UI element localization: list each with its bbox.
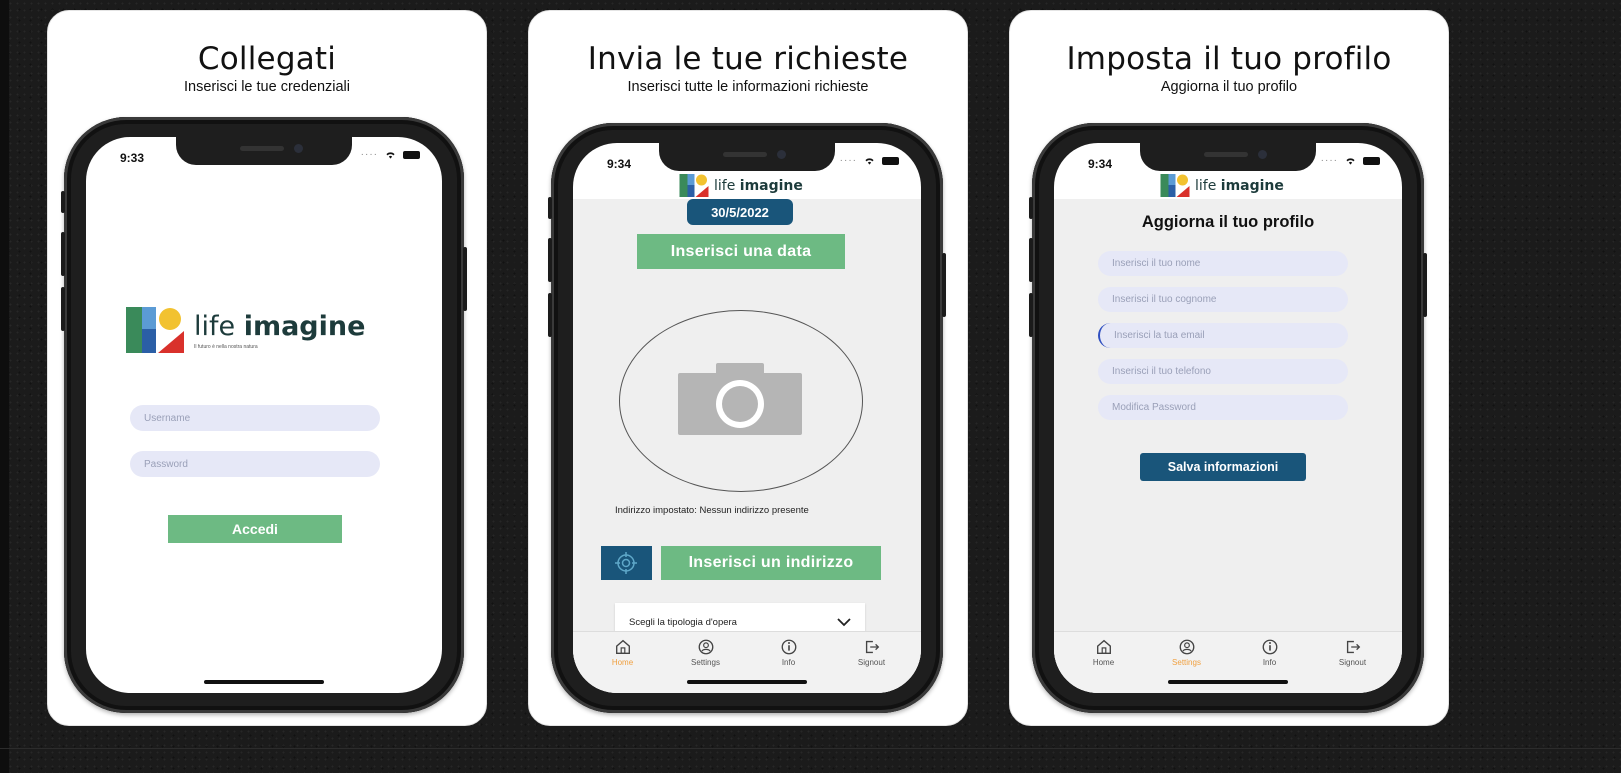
home-icon [1096,639,1111,654]
logo-text-bold: imagine [739,177,803,194]
battery-icon [1363,156,1380,165]
panel-title: Collegati [197,41,337,77]
home-indicator [1168,680,1288,684]
tab-settings[interactable]: Settings [1157,638,1217,693]
tab-label: Home [611,658,634,667]
tab-info[interactable]: Info [1240,638,1300,693]
photo-picker[interactable] [619,310,863,492]
tab-settings[interactable]: Settings [676,638,736,693]
notch [176,137,352,165]
phone-screen: 9:34 ···· life imagine 30/5/2022 Inseris… [573,143,921,693]
tab-label: Home [1092,658,1115,667]
panel-requests: Invia le tue richieste Inserisci tutte l… [528,10,968,726]
wifi-icon [1346,158,1355,165]
logo-mark-icon [1160,174,1190,197]
status-time: 9:34 [607,157,632,171]
life-imagine-logo: life imagine [1160,174,1284,197]
crosshair-icon [615,552,637,574]
input-placeholder: Modifica Password [1112,402,1196,413]
phone-screen: 9:34 ···· life imagine Aggiorna il tuo p… [1054,143,1402,693]
input-placeholder: Inserisci il tuo cognome [1112,294,1217,305]
tab-home[interactable]: Home [593,638,653,693]
panel-subtitle: Inserisci le tue credenziali [183,79,351,95]
password-change-input[interactable]: Modifica Password [1098,395,1348,420]
signout-icon [1346,640,1360,654]
insert-address-button[interactable]: Inserisci un indirizzo [661,546,881,580]
password-input[interactable]: Password [130,451,380,477]
settings-icon [698,639,713,655]
work-type-select-label: Scegli la tipologia d'opera [629,616,737,628]
wifi-icon [865,158,874,165]
home-icon [615,639,630,654]
input-placeholder: Inserisci il tuo nome [1112,258,1201,269]
input-placeholder: Inserisci il tuo telefono [1112,366,1211,377]
wifi-icon [386,152,395,159]
tab-label: Info [781,658,796,667]
battery-icon [882,156,899,165]
phone-frame: 9:34 ···· life imagine Aggiorna il tuo p… [1029,123,1427,713]
status-time: 9:34 [1088,157,1113,171]
notch [659,143,835,171]
logo-text-bold: imagine [243,310,366,342]
username-placeholder: Username [144,412,191,424]
tab-info[interactable]: Info [759,638,819,693]
left-edge-strip [0,0,9,773]
panel-login: Collegati Inserisci le tue credenziali 9… [47,10,487,726]
input-placeholder: Inserisci la tua email [1114,330,1205,341]
home-indicator [204,680,324,684]
save-info-button[interactable]: Salva informazioni [1140,453,1306,481]
email-input[interactable]: Inserisci la tua email [1098,323,1348,348]
tab-home[interactable]: Home [1074,638,1134,693]
chevron-down-icon [837,618,851,627]
panel-title: Imposta il tuo profilo [1066,41,1392,77]
notch [1140,143,1316,171]
status-time: 9:33 [120,151,145,165]
tab-signout[interactable]: Signout [842,638,902,693]
login-button[interactable]: Accedi [168,515,342,543]
password-placeholder: Password [144,458,188,470]
logo-mark-icon [679,174,709,197]
phone-frame: 9:33 ···· life imagine Il futuro è nella… [61,117,467,713]
phone-screen: 9:33 ···· life imagine Il futuro è nella… [86,137,442,693]
bottom-divider [0,748,1621,749]
tab-label: Settings [1172,658,1201,667]
logo-text-light: life [1195,177,1221,194]
logo-text-light: life [194,310,244,342]
panel-subtitle: Aggiorna il tuo profilo [1160,79,1298,95]
first-name-input[interactable]: Inserisci il tuo nome [1098,251,1348,276]
tab-signout[interactable]: Signout [1323,638,1383,693]
logo-mark-icon [126,307,184,353]
life-imagine-logo: life imagine [679,174,803,197]
username-input[interactable]: Username [130,405,380,431]
status-icons: ···· [361,148,420,161]
logo-tagline: Il futuro è nella nostra natura [194,343,258,350]
panel-title: Invia le tue richieste [587,41,909,77]
logo-text-light: life [714,177,740,194]
tab-label: Settings [691,658,720,667]
home-indicator [687,680,807,684]
tab-label: Info [1262,658,1277,667]
insert-date-button[interactable]: Inserisci una data [637,234,845,269]
logo-text-bold: imagine [1220,177,1284,194]
info-icon [1262,639,1277,655]
signout-icon [865,640,879,654]
tab-label: Signout [1338,658,1367,667]
last-name-input[interactable]: Inserisci il tuo cognome [1098,287,1348,312]
status-icons: ···· [840,154,899,167]
profile-heading: Aggiorna il tuo profilo [1141,213,1315,231]
tab-label: Signout [857,658,886,667]
info-icon [781,639,796,655]
panel-subtitle: Inserisci tutte le informazioni richiest… [627,79,869,95]
locate-button[interactable] [601,546,652,580]
phone-input[interactable]: Inserisci il tuo telefono [1098,359,1348,384]
address-status-text: Indirizzo impostato: Nessun indirizzo pr… [615,505,809,516]
date-badge[interactable]: 30/5/2022 [687,199,793,225]
panel-profile: Imposta il tuo profilo Aggiorna il tuo p… [1009,10,1449,726]
status-icons: ···· [1321,154,1380,167]
life-imagine-logo: life imagine Il futuro è nella nostra na… [126,307,365,353]
settings-icon [1179,639,1194,655]
battery-icon [403,150,420,159]
camera-icon [678,363,802,435]
phone-frame: 9:34 ···· life imagine 30/5/2022 Inseris… [548,123,946,713]
